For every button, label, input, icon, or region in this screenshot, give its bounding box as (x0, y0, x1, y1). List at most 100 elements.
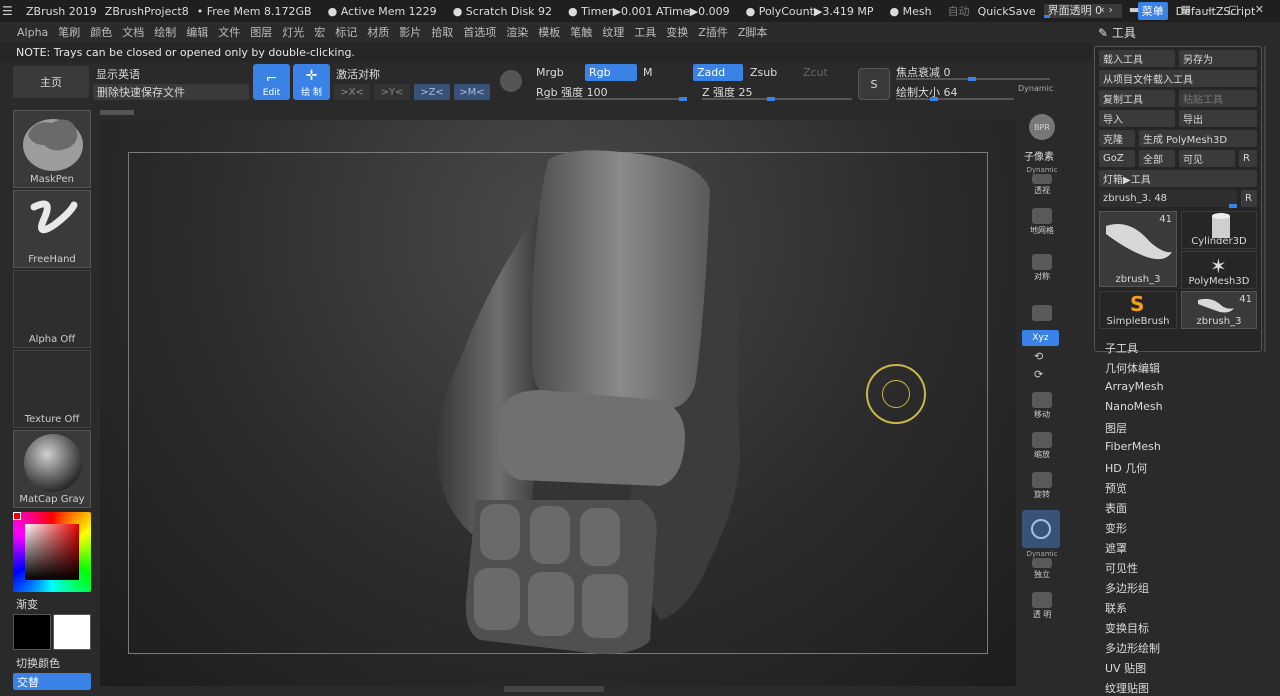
switch-color-button[interactable]: 切换颜色 (16, 655, 60, 671)
lightbox-tools-button[interactable]: 灯箱▶工具 (1099, 170, 1257, 187)
bpr-button[interactable]: BPR (1024, 110, 1060, 140)
all-button[interactable]: 全部 (1139, 150, 1175, 167)
menu-item[interactable]: Z脚本 (733, 24, 773, 40)
gradient-label[interactable]: 渐变 (16, 596, 38, 612)
color-sphere-icon[interactable] (500, 70, 522, 92)
focal-shift-knob[interactable] (968, 77, 976, 81)
mrgb-button[interactable]: Mrgb (536, 66, 564, 79)
menu-item[interactable]: 变换 (661, 24, 693, 40)
save-as-button[interactable]: 另存为 (1179, 50, 1257, 67)
tool-section-item[interactable]: 遮罩 (1105, 540, 1127, 556)
symmetry-m-button[interactable]: >M< (454, 84, 490, 100)
tool-section-item[interactable]: UV 贴图 (1105, 660, 1146, 676)
make-polymesh-button[interactable]: 生成 PolyMesh3D (1139, 130, 1257, 147)
activate-symmetry-button[interactable]: 激活对称 (336, 66, 380, 82)
saturation-square[interactable] (25, 524, 79, 580)
clone-button[interactable]: 克隆 (1099, 130, 1135, 147)
draw-button[interactable]: ✛ 绘 制 (293, 64, 330, 100)
tool-section-item[interactable]: 多边形绘制 (1105, 640, 1160, 656)
tool-section-item[interactable]: 多边形组 (1105, 580, 1149, 596)
rgb-button[interactable]: Rgb (585, 64, 637, 81)
menu-item[interactable]: 渲染 (501, 24, 533, 40)
layout-icon[interactable]: ▦ (1180, 3, 1190, 16)
floor-grid-button[interactable]: 地网格 (1024, 206, 1060, 236)
current-tool-slider[interactable]: zbrush_3. 48 (1099, 190, 1237, 207)
maximize-icon[interactable]: □ (1228, 3, 1238, 16)
m-button[interactable]: M (643, 66, 653, 79)
rotate-y-icon[interactable]: ⟲ (1034, 350, 1043, 363)
menu-item[interactable]: 编辑 (181, 24, 213, 40)
export-button[interactable]: 导出 (1179, 110, 1257, 127)
menu-item[interactable]: 工具 (629, 24, 661, 40)
menu-item[interactable]: 灯光 (277, 24, 309, 40)
menu-item[interactable]: 绘制 (149, 24, 181, 40)
quicksave-button[interactable]: QuickSave (978, 5, 1036, 18)
scale-button[interactable]: 缩放 (1024, 430, 1060, 460)
load-tool-button[interactable]: 载入工具 (1099, 50, 1175, 67)
minimize-icon[interactable]: – (1207, 3, 1213, 16)
menu-item[interactable]: 颜色 (85, 24, 117, 40)
solo-button[interactable]: Dynamic 独立 (1024, 550, 1060, 580)
document-canvas[interactable] (100, 120, 1016, 692)
r-button-2[interactable]: R (1241, 190, 1257, 207)
goz-button[interactable]: GoZ (1099, 150, 1135, 167)
tool-section-item[interactable]: 纹理贴图 (1105, 680, 1149, 696)
symmetry-x-button[interactable]: >X< (334, 84, 370, 100)
cut-icon[interactable]: ✂ (1155, 3, 1164, 16)
tool-section-item[interactable]: 变换目标 (1105, 620, 1149, 636)
tool-section-item[interactable]: 变形 (1105, 520, 1127, 536)
tool-thumb-cylinder3d[interactable]: Cylinder3D (1181, 211, 1257, 249)
tool-section-item[interactable]: 图层 (1105, 420, 1127, 436)
tool-thumb-polymesh3d[interactable]: ✶ PolyMesh3D (1181, 251, 1257, 289)
symmetry-z-button[interactable]: >Z< (414, 84, 450, 100)
tool-section-item[interactable]: 预览 (1105, 480, 1127, 496)
tool-section-item[interactable]: FiberMesh (1105, 440, 1161, 453)
rgb-intensity-knob[interactable] (679, 97, 687, 101)
zcut-button[interactable]: Zcut (803, 66, 828, 79)
move-button[interactable]: 移动 (1024, 390, 1060, 420)
scroll-icon[interactable]: ▬ (1129, 3, 1139, 16)
tool-section-item[interactable]: HD 几何 (1105, 460, 1147, 476)
rotate-button[interactable]: 旋转 (1024, 470, 1060, 500)
tool-scrollbar[interactable] (1264, 46, 1266, 352)
material-selector[interactable]: MatCap Gray (13, 430, 91, 508)
menu-item[interactable]: 文档 (117, 24, 149, 40)
polyframe-button[interactable] (1022, 510, 1060, 548)
menu-item[interactable]: 影片 (394, 24, 426, 40)
texture-selector[interactable]: Texture Off (13, 350, 91, 428)
primary-color-swatch[interactable] (13, 614, 51, 650)
zsub-button[interactable]: Zsub (750, 66, 777, 79)
load-from-project-button[interactable]: 从项目文件载入工具 (1099, 70, 1257, 87)
tool-section-item[interactable]: ArrayMesh (1105, 380, 1164, 393)
menu-item[interactable]: 拾取 (426, 24, 458, 40)
tool-thumb-zbrush3-small[interactable]: 41 zbrush_3 (1181, 291, 1257, 329)
close-icon[interactable]: ✕ (1255, 3, 1264, 16)
color-picker[interactable] (13, 512, 91, 592)
show-english-button[interactable]: 显示英语 (96, 66, 140, 82)
delete-quicksave-button[interactable]: 删除快速保存文件 (93, 84, 249, 100)
import-button[interactable]: 导入 (1099, 110, 1175, 127)
draw-size-knob[interactable] (930, 97, 938, 101)
visible-button[interactable]: 可见 (1179, 150, 1235, 167)
brush-selector[interactable]: MaskPen (13, 110, 91, 188)
pin-icon[interactable]: ✎ (1098, 26, 1112, 40)
alternate-button[interactable]: 交替 (13, 673, 91, 690)
menu-item[interactable]: 纹理 (597, 24, 629, 40)
zadd-button[interactable]: Zadd (693, 64, 743, 81)
menu-item[interactable]: Alpha (12, 26, 53, 39)
tool-section-item[interactable]: 表面 (1105, 500, 1127, 516)
menu-item[interactable]: 标记 (330, 24, 362, 40)
local-symmetry-button[interactable]: 对称 (1024, 252, 1060, 282)
arrows-icon[interactable]: ‹ › (1101, 3, 1113, 16)
stroke-selector[interactable]: FreeHand (13, 190, 91, 268)
symmetry-y-button[interactable]: >Y< (374, 84, 410, 100)
menu-item[interactable]: Z插件 (693, 24, 733, 40)
edit-button[interactable]: ⌐ Edit (253, 64, 290, 100)
current-tool-knob[interactable] (1229, 204, 1237, 208)
tool-section-item[interactable]: 联系 (1105, 600, 1127, 616)
z-intensity-knob[interactable] (767, 97, 775, 101)
secondary-color-swatch[interactable] (53, 614, 91, 650)
copy-tool-button[interactable]: 复制工具 (1099, 90, 1175, 107)
transparent-button[interactable]: 透 明 (1024, 590, 1060, 620)
menu-item[interactable]: 图层 (245, 24, 277, 40)
